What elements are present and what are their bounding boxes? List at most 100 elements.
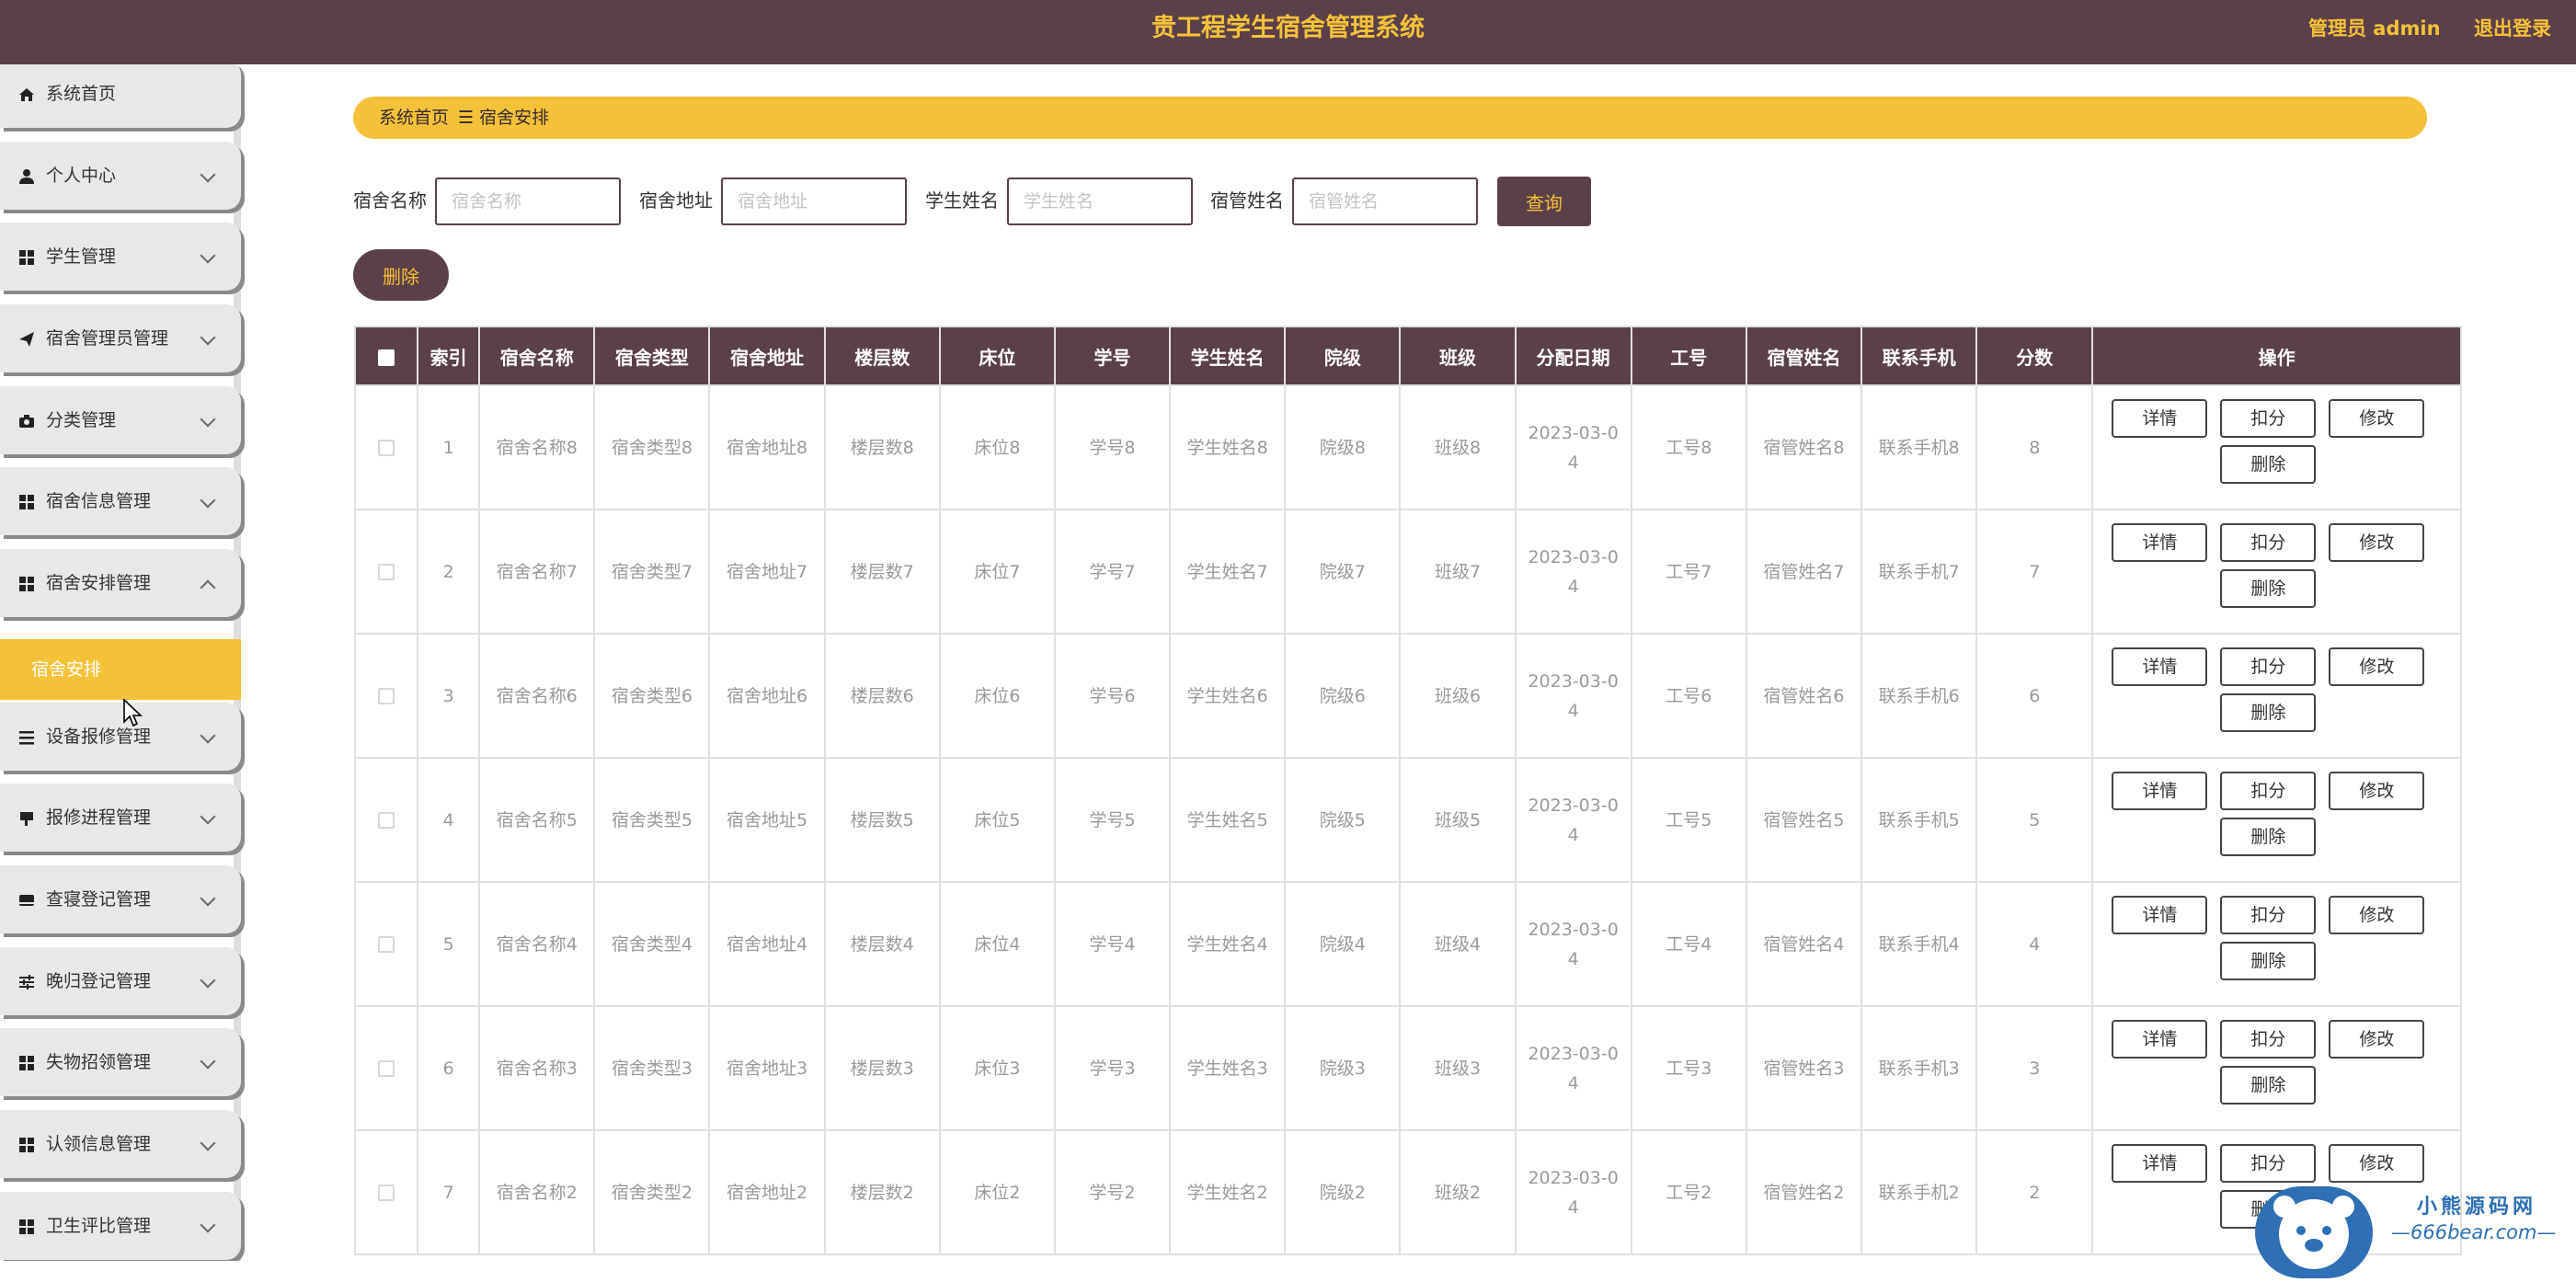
edit-button[interactable]: 修改 bbox=[2329, 896, 2425, 934]
select-all-cell[interactable] bbox=[354, 326, 419, 386]
index-cell: 2 bbox=[417, 509, 481, 635]
actions-cell: 详情扣分修改删除 bbox=[2091, 1005, 2462, 1131]
floors-cell: 楼层数7 bbox=[823, 509, 941, 635]
sidebar-item-repair-mgmt[interactable]: 设备报修管理 bbox=[0, 703, 241, 771]
row-select-cell[interactable] bbox=[354, 881, 419, 1007]
detail-button[interactable]: 详情 bbox=[2112, 399, 2208, 438]
sidebar-item-personal-center[interactable]: 个人中心 bbox=[0, 142, 241, 210]
student-no-cell: 学号5 bbox=[1053, 757, 1172, 883]
chevron-down-icon bbox=[200, 329, 216, 346]
delete-button[interactable]: 删除 bbox=[2220, 445, 2317, 484]
deduct-button[interactable]: 扣分 bbox=[2220, 399, 2317, 438]
delete-button[interactable]: 删除 bbox=[2220, 818, 2317, 856]
col-index: 索引 bbox=[417, 326, 481, 386]
row-checkbox[interactable] bbox=[378, 1185, 395, 1201]
score-cell: 4 bbox=[1975, 881, 2094, 1007]
sidebar-item-lost-found-mgmt[interactable]: 失物招领管理 bbox=[0, 1028, 241, 1096]
detail-button[interactable]: 详情 bbox=[2112, 1144, 2208, 1183]
chevron-down-icon bbox=[200, 808, 216, 825]
detail-button[interactable]: 详情 bbox=[2112, 896, 2208, 934]
row-select-cell[interactable] bbox=[354, 633, 419, 759]
sidebar-item-late-return-mgmt[interactable]: 晚归登记管理 bbox=[0, 947, 241, 1015]
logout-link[interactable]: 退出登录 bbox=[2474, 0, 2551, 57]
row-select-cell[interactable] bbox=[354, 1005, 419, 1131]
delete-button[interactable]: 删除 bbox=[2220, 693, 2317, 732]
row-checkbox[interactable] bbox=[378, 1060, 395, 1077]
job-no-cell: 工号6 bbox=[1630, 633, 1747, 759]
sidebar-item-repair-progress-mgmt[interactable]: 报修进程管理 bbox=[0, 784, 241, 852]
row-select-cell[interactable] bbox=[354, 757, 419, 883]
breadcrumb-separator-icon: ☰ bbox=[458, 108, 475, 128]
detail-button[interactable]: 详情 bbox=[2112, 772, 2208, 810]
deduct-button[interactable]: 扣分 bbox=[2220, 647, 2317, 686]
col-actions: 操作 bbox=[2091, 326, 2462, 386]
actions-cell: 详情扣分修改删除 bbox=[2091, 881, 2462, 1007]
sidebar-item-label: 个人中心 bbox=[46, 166, 117, 186]
sidebar-item-hygiene-rating-mgmt[interactable]: 卫生评比管理 bbox=[0, 1192, 241, 1260]
delete-button[interactable]: 删除 bbox=[2220, 942, 2317, 980]
sidebar-item-label: 报修进程管理 bbox=[46, 807, 152, 828]
detail-button[interactable]: 详情 bbox=[2112, 1020, 2208, 1059]
student-name-input[interactable] bbox=[1007, 177, 1193, 225]
sidebar-item-dorm-arrangement-mgmt[interactable]: 宿舍安排管理 bbox=[0, 549, 241, 617]
assign-date-cell: 2023-03-0 4 bbox=[1514, 633, 1632, 759]
col-class: 班级 bbox=[1399, 326, 1517, 386]
sidebar-item-dorm-admin-mgmt[interactable]: 宿舍管理员管理 bbox=[0, 304, 241, 372]
edit-button[interactable]: 修改 bbox=[2329, 647, 2425, 686]
assign-date-cell: 2023-03-0 4 bbox=[1514, 1129, 1632, 1255]
breadcrumb-home[interactable]: 系统首页 bbox=[379, 97, 449, 139]
deduct-button[interactable]: 扣分 bbox=[2220, 772, 2317, 810]
deduct-button[interactable]: 扣分 bbox=[2220, 1020, 2317, 1059]
row-select-cell[interactable] bbox=[354, 509, 419, 635]
edit-button[interactable]: 修改 bbox=[2329, 399, 2425, 438]
edit-button[interactable]: 修改 bbox=[2329, 1020, 2425, 1059]
manager-name-input[interactable] bbox=[1292, 177, 1478, 225]
sidebar-item-category-mgmt[interactable]: 分类管理 bbox=[0, 386, 241, 454]
watermark: 小熊源码网 —666bear.com— bbox=[2255, 1177, 2576, 1278]
sidebar-item-home[interactable]: 系统首页 bbox=[0, 64, 241, 128]
sidebar-item-dorm-check-mgmt[interactable]: 查寝登记管理 bbox=[0, 865, 241, 933]
class-cell: 班级7 bbox=[1399, 509, 1517, 635]
sidebar-item-student-mgmt[interactable]: 学生管理 bbox=[0, 223, 241, 291]
delete-button[interactable]: 删除 bbox=[2220, 1066, 2317, 1105]
manager-name-cell: 宿管姓名4 bbox=[1745, 881, 1863, 1007]
grid-icon bbox=[19, 1056, 34, 1070]
batch-delete-button[interactable]: 删除 bbox=[353, 249, 449, 301]
row-checkbox[interactable] bbox=[378, 440, 395, 456]
actions-cell: 详情扣分修改删除 bbox=[2091, 509, 2462, 635]
bed-cell: 床位6 bbox=[938, 633, 1056, 759]
row-checkbox[interactable] bbox=[378, 564, 395, 580]
col-floors: 楼层数 bbox=[823, 326, 941, 386]
row-checkbox[interactable] bbox=[378, 936, 395, 953]
detail-button[interactable]: 详情 bbox=[2112, 523, 2208, 562]
edit-button[interactable]: 修改 bbox=[2329, 772, 2425, 810]
deduct-button[interactable]: 扣分 bbox=[2220, 523, 2317, 562]
sidebar-subitem-dorm-arrangement[interactable]: 宿舍安排 bbox=[0, 639, 241, 700]
col-dorm-address: 宿舍地址 bbox=[708, 326, 826, 386]
date-part: 2023-03-0 bbox=[1528, 795, 1619, 816]
job-no-cell: 工号5 bbox=[1630, 757, 1747, 883]
col-dorm-name: 宿舍名称 bbox=[478, 326, 596, 386]
row-select-cell[interactable] bbox=[354, 1129, 419, 1255]
row-checkbox[interactable] bbox=[378, 688, 395, 704]
sidebar-item-claim-info-mgmt[interactable]: 认领信息管理 bbox=[0, 1110, 241, 1178]
delete-button[interactable]: 删除 bbox=[2220, 569, 2317, 608]
dorm-name-input[interactable] bbox=[435, 177, 621, 225]
select-all-checkbox[interactable] bbox=[378, 349, 395, 366]
dorm-name-cell: 宿舍名称6 bbox=[478, 633, 596, 759]
row-select-cell[interactable] bbox=[354, 384, 419, 510]
edit-button[interactable]: 修改 bbox=[2329, 523, 2425, 562]
grid-icon bbox=[19, 1219, 34, 1234]
deduct-button[interactable]: 扣分 bbox=[2220, 896, 2317, 934]
dorm-address-input[interactable] bbox=[721, 177, 907, 225]
table-row: 1 宿舍名称8 宿舍类型8 宿舍地址8 楼层数8 床位8 学号8 学生姓名8 院级8 班级8 202… bbox=[354, 384, 2462, 510]
chevron-down-icon bbox=[200, 972, 216, 989]
row-checkbox[interactable] bbox=[378, 812, 395, 829]
send-icon bbox=[19, 332, 34, 347]
phone-cell: 联系手机6 bbox=[1860, 633, 1978, 759]
sidebar-item-dorm-info-mgmt[interactable]: 宿舍信息管理 bbox=[0, 467, 241, 535]
student-name-cell: 学生姓名5 bbox=[1169, 757, 1287, 883]
query-button[interactable]: 查询 bbox=[1497, 177, 1591, 226]
detail-button[interactable]: 详情 bbox=[2112, 647, 2208, 686]
chevron-down-icon bbox=[200, 1053, 216, 1070]
